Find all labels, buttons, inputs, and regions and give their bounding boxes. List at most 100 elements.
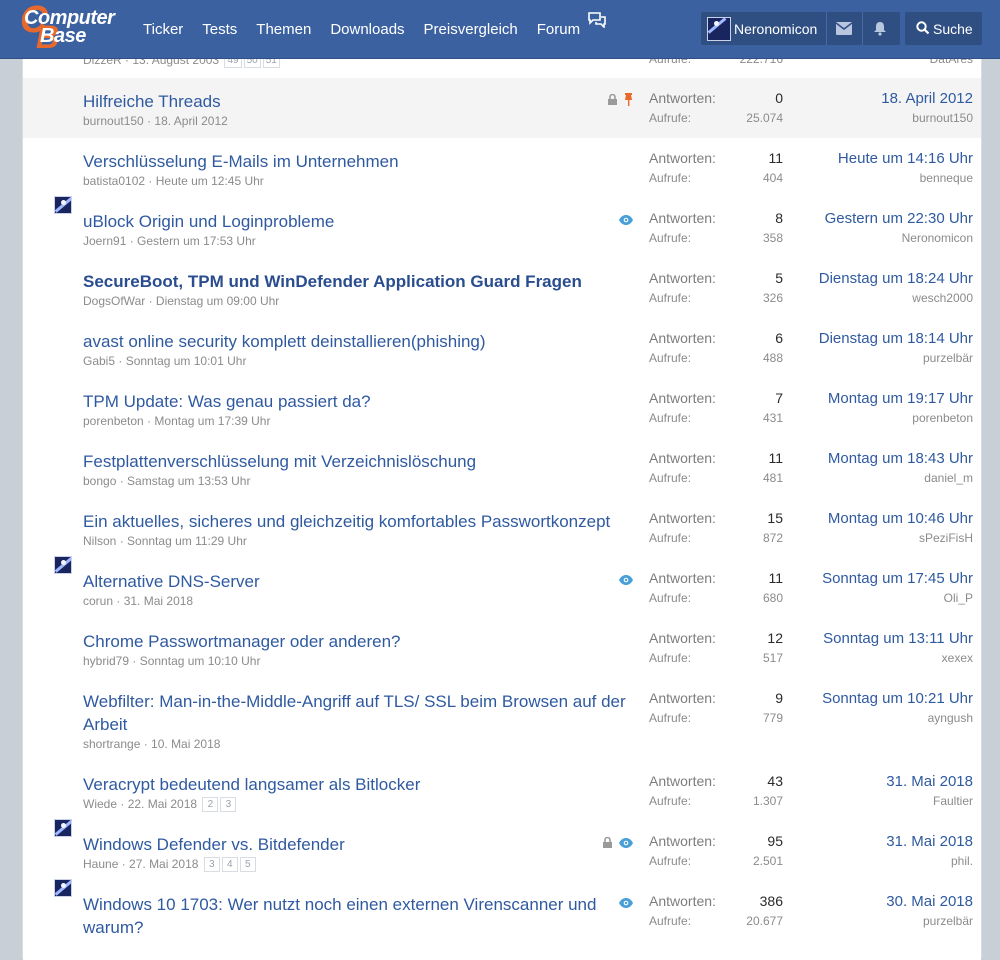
views-label: Aufrufe: xyxy=(649,914,692,928)
last-post-date[interactable]: Heute um 14:16 Uhr xyxy=(838,150,973,167)
thread-title[interactable]: uBlock Origin und Loginprobleme xyxy=(83,210,334,233)
last-poster[interactable]: porenbeton xyxy=(912,411,973,425)
nav-forum[interactable]: Forum xyxy=(537,21,580,38)
page-link[interactable]: 3 xyxy=(220,797,237,813)
thread-date: Samstag um 13:53 Uhr xyxy=(127,474,251,488)
thread-author[interactable]: hybrid79 xyxy=(83,654,129,668)
views-value: 488 xyxy=(762,351,783,365)
watch-icon[interactable] xyxy=(619,215,633,225)
last-post-date[interactable]: Sonntag um 17:45 Uhr xyxy=(822,570,973,587)
views-label: Aufrufe: xyxy=(649,291,692,305)
search-button[interactable]: Suche xyxy=(905,12,982,45)
thread-date: Montag um 17:39 Uhr xyxy=(154,414,271,428)
last-post-date[interactable]: 31. Mai 2018 xyxy=(886,773,973,790)
thread-author[interactable]: Wiede xyxy=(83,797,117,811)
answers-value: 6 xyxy=(775,330,783,346)
last-poster[interactable]: burnout150 xyxy=(912,111,973,125)
user-menu[interactable]: Neronomicon xyxy=(701,12,900,45)
thread-title[interactable]: Windows Defender vs. Bitdefender xyxy=(83,833,345,856)
thread-author[interactable]: Nilson xyxy=(83,534,116,548)
thread-date: Dienstag um 09:00 Uhr xyxy=(155,294,280,308)
nav-ticker[interactable]: Ticker xyxy=(143,21,183,38)
nav-preisvergleich[interactable]: Preisvergleich xyxy=(424,21,518,38)
thread-title[interactable]: Veracrypt bedeutend langsamer als Bitloc… xyxy=(83,773,420,796)
mail-icon[interactable] xyxy=(836,22,852,35)
last-post-date[interactable]: Dienstag um 18:14 Uhr xyxy=(819,330,973,347)
thread-author[interactable]: shortrange xyxy=(83,737,140,751)
thread-title[interactable]: avast online security komplett deinstall… xyxy=(83,330,486,353)
last-post-date[interactable]: Gestern um 22:30 Uhr xyxy=(825,210,973,227)
watch-icon[interactable] xyxy=(619,838,633,848)
answers-value: 11 xyxy=(768,150,783,166)
avatar[interactable] xyxy=(54,556,72,574)
thread-title[interactable]: Verschlüsselung E-Mails im Unternehmen xyxy=(83,150,399,173)
avatar[interactable] xyxy=(54,196,72,214)
last-post-date[interactable]: Dienstag um 18:24 Uhr xyxy=(819,270,973,287)
last-poster[interactable]: sPeziFisH xyxy=(919,531,973,545)
thread-author[interactable]: Joern91 xyxy=(83,234,126,248)
page-link[interactable]: 2 xyxy=(202,797,219,813)
last-poster[interactable]: ayngush xyxy=(928,711,973,725)
nav-downloads[interactable]: Downloads xyxy=(330,21,404,38)
thread-title[interactable]: SecureBoot, TPM und WinDefender Applicat… xyxy=(83,270,582,293)
thread-title[interactable]: Hilfreiche Threads xyxy=(83,90,221,113)
thread-author[interactable]: corun xyxy=(83,594,113,608)
last-post-date[interactable]: Montag um 10:46 Uhr xyxy=(828,510,973,527)
last-post-date[interactable]: Sonntag um 13:11 Uhr xyxy=(823,630,973,647)
last-post-date[interactable]: Montag um 19:17 Uhr xyxy=(828,390,973,407)
views-label: Aufrufe: xyxy=(649,794,692,808)
answers-value: 5 xyxy=(775,270,783,286)
last-post-date[interactable]: Sonntag um 10:21 Uhr xyxy=(822,690,973,707)
thread-author[interactable]: porenbeton xyxy=(83,414,144,428)
last-post-date[interactable]: 30. Mai 2018 xyxy=(886,893,973,910)
page-link[interactable]: 4 xyxy=(221,857,238,873)
last-poster[interactable]: xexex xyxy=(942,651,973,665)
last-poster[interactable]: purzelbär xyxy=(923,351,973,365)
chat-icon[interactable] xyxy=(588,12,606,28)
views-label: Aufrufe: xyxy=(649,854,692,868)
thread-title[interactable]: TPM Update: Was genau passiert da? xyxy=(83,390,371,413)
thread-date: 22. Mai 2018 xyxy=(127,797,198,811)
nav-tests[interactable]: Tests xyxy=(202,21,237,38)
last-poster[interactable]: wesch2000 xyxy=(912,291,973,305)
views-label: Aufrufe: xyxy=(649,651,692,665)
avatar[interactable] xyxy=(54,819,72,837)
page-link[interactable]: 3 xyxy=(203,857,220,873)
thread-row: Chrome Passwortmanager oder anderen? hyb… xyxy=(23,618,981,679)
thread-title[interactable]: Ein aktuelles, sicheres und gleichzeitig… xyxy=(83,510,610,533)
answers-label: Antworten: xyxy=(649,690,716,706)
thread-author[interactable]: DogsOfWar xyxy=(83,294,145,308)
thread-author[interactable]: bongo xyxy=(83,474,116,488)
thread-title[interactable]: Chrome Passwortmanager oder anderen? xyxy=(83,630,401,653)
watch-icon[interactable] xyxy=(619,898,633,908)
thread-title[interactable]: Webfilter: Man-in-the-Middle-Angriff auf… xyxy=(83,690,626,736)
thread-list: DizzeR · 13. August 2003 49 50 51 Aufrufe:… xyxy=(22,18,982,960)
thread-author[interactable]: batista0102 xyxy=(83,174,145,188)
thread-author[interactable]: burnout150 xyxy=(83,114,144,128)
last-poster[interactable]: benneque xyxy=(920,171,973,185)
last-post-date[interactable]: 31. Mai 2018 xyxy=(886,833,973,850)
thread-title[interactable]: Alternative DNS-Server xyxy=(83,570,260,593)
last-poster[interactable]: purzelbär xyxy=(923,914,973,928)
last-post-date[interactable]: Montag um 18:43 Uhr xyxy=(828,450,973,467)
last-poster[interactable]: daniel_m xyxy=(924,471,973,485)
avatar[interactable] xyxy=(54,879,72,897)
page-link[interactable]: 5 xyxy=(239,857,256,873)
site-logo[interactable]: C B Computer Base xyxy=(20,0,127,55)
last-poster[interactable]: Oli_P xyxy=(944,591,973,605)
thread-title[interactable]: Festplattenverschlüsselung mit Verzeichn… xyxy=(83,450,476,473)
watch-icon[interactable] xyxy=(619,575,633,585)
last-post-date[interactable]: 18. April 2012 xyxy=(881,90,973,107)
last-poster[interactable]: phil. xyxy=(951,854,973,868)
thread-author[interactable]: Gabi5 xyxy=(83,354,115,368)
user-avatar[interactable] xyxy=(707,17,731,41)
thread-row: SecureBoot, TPM und WinDefender Applicat… xyxy=(23,258,981,319)
last-poster[interactable]: Faultier xyxy=(933,794,973,808)
last-poster[interactable]: Neronomicon xyxy=(902,231,973,245)
username[interactable]: Neronomicon xyxy=(734,21,817,37)
views-label: Aufrufe: xyxy=(649,111,692,125)
thread-author[interactable]: Haune xyxy=(83,857,118,871)
thread-title[interactable]: Windows 10 1703: Wer nutzt noch einen ex… xyxy=(83,893,596,939)
nav-themen[interactable]: Themen xyxy=(256,21,311,38)
bell-icon[interactable] xyxy=(873,21,887,36)
